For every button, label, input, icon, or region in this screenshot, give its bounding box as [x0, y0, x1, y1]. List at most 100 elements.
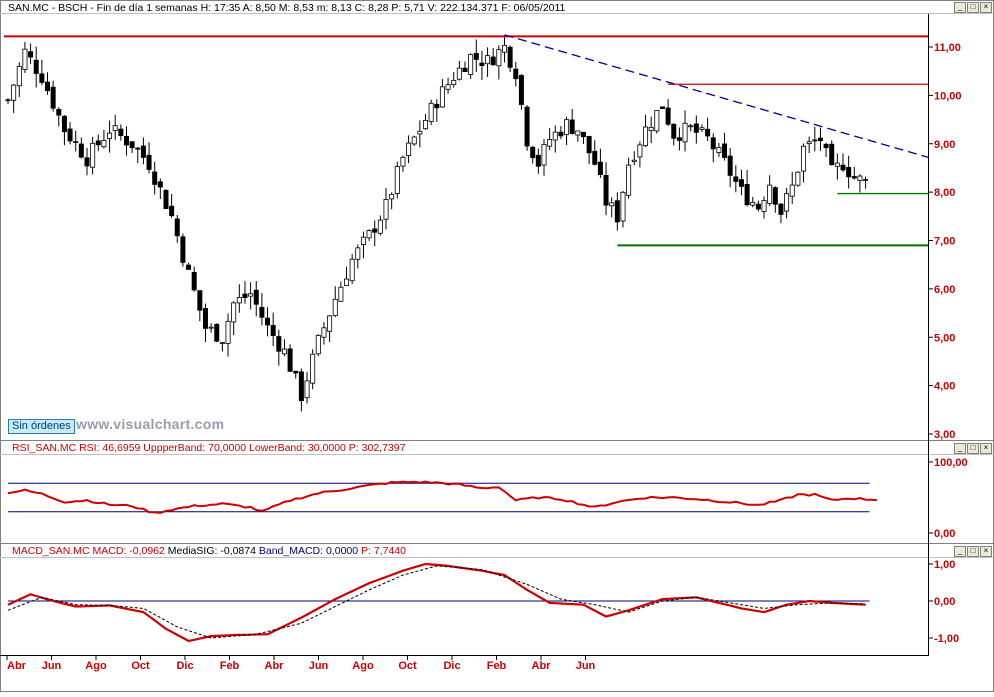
candle-body	[592, 150, 598, 165]
macd-header-band: Band_MACD: 0,0000	[258, 545, 362, 557]
candle-body	[671, 123, 677, 139]
rsi-maximize-button[interactable]: □	[967, 443, 979, 454]
candle-body	[270, 325, 276, 336]
candle	[417, 120, 423, 148]
rsi-axis-label-0,00: 0,00	[934, 528, 955, 540]
candle-body	[152, 171, 158, 185]
candle	[620, 191, 626, 228]
candle-body	[360, 236, 366, 246]
candle-body	[112, 125, 118, 131]
candle	[722, 132, 728, 161]
candle	[355, 244, 361, 269]
candle-body	[705, 128, 711, 137]
candle-body	[366, 230, 372, 239]
candle	[750, 196, 756, 208]
candle-body	[744, 183, 750, 206]
candle	[682, 110, 688, 152]
candle-body	[586, 135, 592, 154]
rsi-minimize-button[interactable]: _	[954, 443, 966, 454]
candle	[705, 117, 711, 141]
candle	[214, 323, 220, 343]
window-frame	[0, 0, 994, 692]
price-axis-label-9,00: 9,00	[934, 139, 955, 151]
candle-body	[603, 174, 609, 206]
candle-body	[214, 323, 220, 342]
candle-body	[795, 171, 801, 186]
candle	[518, 74, 524, 110]
candle	[541, 139, 547, 176]
x-axis-label-Dic: Dic	[176, 660, 193, 672]
candle-body	[140, 145, 146, 158]
candle	[225, 313, 231, 357]
candle-body	[840, 164, 846, 171]
candle	[349, 254, 355, 285]
candle	[795, 171, 801, 187]
candle	[817, 127, 823, 151]
candle	[270, 312, 276, 347]
candle	[389, 192, 395, 210]
maximize-button[interactable]: □	[967, 2, 979, 13]
candle-body	[327, 315, 333, 332]
price-axis-label-4,00: 4,00	[934, 381, 955, 393]
candle	[169, 193, 175, 218]
close-button[interactable]: ×	[980, 2, 992, 13]
macd-signal-line	[7, 565, 866, 639]
candle	[676, 127, 682, 151]
candle-body	[95, 140, 101, 146]
candle-body	[281, 348, 287, 355]
candle-body	[609, 202, 615, 207]
candle-body	[620, 191, 626, 222]
minimize-button[interactable]: _	[954, 2, 966, 13]
candle-body	[157, 181, 163, 188]
candle	[569, 109, 575, 135]
candle	[490, 48, 496, 66]
candle	[451, 72, 457, 88]
candle	[614, 192, 620, 231]
macd-minimize-button[interactable]: _	[954, 546, 966, 557]
candle-body	[789, 184, 795, 197]
candle-body	[208, 326, 214, 329]
macd-close-button[interactable]: ×	[980, 546, 992, 557]
candle	[693, 115, 699, 144]
x-axis-label-Jun: Jun	[309, 660, 329, 672]
candle-body	[473, 53, 479, 60]
candle-body	[310, 353, 316, 384]
trend-line	[504, 34, 929, 158]
macd-pane: 1,00 0,00 -1,00	[7, 559, 959, 645]
candle-body	[688, 125, 694, 128]
candle-body	[129, 141, 135, 149]
candle	[123, 126, 129, 156]
candle	[744, 169, 750, 207]
candle	[219, 342, 225, 352]
candle	[39, 59, 45, 86]
candle-body	[5, 99, 11, 102]
candle	[202, 303, 208, 342]
candle-body	[772, 187, 778, 205]
candle-body	[676, 137, 682, 141]
candle-body	[293, 370, 299, 374]
candle	[688, 123, 694, 132]
candle-body	[857, 175, 863, 181]
candle-body	[394, 166, 400, 194]
candle	[609, 197, 615, 218]
candle	[778, 203, 784, 224]
price-header-text: SAN.MC - BSCH - Fin de día 1 semanas H: …	[8, 2, 566, 14]
candle	[575, 130, 581, 142]
candle-body	[479, 62, 485, 66]
orders-status-badge[interactable]: Sin órdenes	[8, 419, 75, 434]
candle	[152, 161, 158, 195]
candle-body	[823, 143, 829, 149]
rsi-close-button[interactable]: ×	[980, 443, 992, 454]
macd-maximize-button[interactable]: □	[967, 546, 979, 557]
candle-body	[434, 103, 440, 109]
price-axis-label-10,00: 10,00	[934, 90, 962, 102]
candle-body	[44, 81, 50, 92]
candle-body	[817, 137, 823, 142]
candle	[140, 137, 146, 165]
candle-body	[659, 106, 665, 109]
candle-body	[535, 154, 541, 167]
price-axis-label-11,00: 11,00	[934, 42, 961, 54]
candle-body	[767, 184, 773, 204]
candle-body	[287, 348, 293, 372]
candle	[315, 334, 321, 357]
